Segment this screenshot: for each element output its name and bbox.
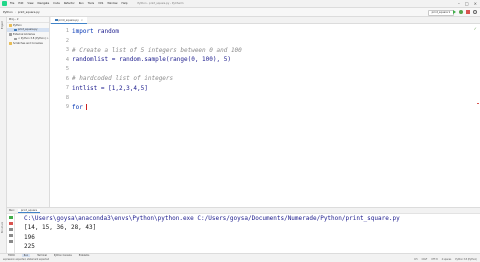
error-stripe-marker[interactable] xyxy=(477,103,479,104)
caret-position[interactable]: 9:5 xyxy=(414,258,418,261)
tree-item-label: print_square.py xyxy=(18,28,38,32)
interpreter-selector[interactable]: Python 3.8 (Python) xyxy=(455,258,477,261)
chevron-down-icon: ▾ xyxy=(447,11,450,14)
console-output-line: [14, 15, 36, 28, 43] xyxy=(24,224,97,231)
tree-item-scratches[interactable]: Scratches and Consoles xyxy=(7,41,49,46)
status-bar: expression expected, statement expected … xyxy=(0,257,480,262)
close-icon[interactable]: × xyxy=(81,19,83,22)
run-panel-header: Run: print_square xyxy=(7,208,480,214)
trash-icon[interactable] xyxy=(9,240,13,243)
inspection-status-icon[interactable]: ✓ xyxy=(474,26,477,31)
editor-tab-label: print_square.py xyxy=(58,18,79,22)
breadcrumb-separator: › xyxy=(14,10,16,14)
code-line-4: randomlist = random.sample(range(0, 100)… xyxy=(72,56,231,63)
tree-item-label: External Libraries xyxy=(13,32,35,36)
run-icon[interactable] xyxy=(453,10,456,14)
line-number: 7 xyxy=(65,85,69,91)
search-icon[interactable] xyxy=(473,10,477,14)
code-line-1: import random xyxy=(72,28,119,35)
pycharm-logo-icon xyxy=(2,1,7,6)
indent-setting[interactable]: 4 spaces xyxy=(442,258,452,261)
menu-navigate[interactable]: Navigate xyxy=(38,2,50,5)
line-number: 2 xyxy=(65,37,69,44)
run-config-label: print_square xyxy=(431,11,448,14)
breadcrumb-file[interactable]: print_square.py xyxy=(18,10,40,14)
stop-icon[interactable] xyxy=(466,10,470,14)
breadcrumb-project[interactable]: Python xyxy=(3,10,13,14)
python-file-icon xyxy=(14,28,17,31)
code-keyword: import xyxy=(72,27,94,35)
menu-edit[interactable]: Edit xyxy=(18,2,23,5)
project-panel: Proj... ▾ Python print_square.py Externa… xyxy=(7,17,50,207)
editor-tab-row: print_square.py × xyxy=(50,17,480,24)
project-tool-tab[interactable]: Project xyxy=(1,21,4,29)
window-title: Python - print_square.py - PyCharm xyxy=(137,2,184,5)
minimize-icon[interactable]: – xyxy=(458,1,460,6)
menu-code[interactable]: Code xyxy=(53,2,60,5)
status-message: expression expected, statement expected xyxy=(3,258,50,261)
code-editor[interactable]: print_square.py × 1 2 3 4 5 6 7 8 9 impo… xyxy=(50,17,480,207)
line-number: 1 xyxy=(65,28,69,34)
console-output-line: 196 xyxy=(24,233,35,241)
status-info: 9:5 CRLF UTF-8 4 spaces Python 3.8 (Pyth… xyxy=(414,258,477,261)
scroll-to-end-icon[interactable] xyxy=(9,228,13,231)
chevron-down-icon[interactable]: ▾ xyxy=(16,18,18,21)
close-icon[interactable]: × xyxy=(474,1,477,6)
menu-tools[interactable]: Tools xyxy=(88,2,94,5)
run-panel-title: Run: xyxy=(9,209,15,212)
line-number: 5 xyxy=(65,66,69,72)
code-line-3: # Create a list of 5 integers between 0 … xyxy=(72,46,242,54)
tree-item-label: < Python 3.8 (Python) > xyxy=(18,37,49,41)
line-number: 8 xyxy=(65,94,69,101)
line-separator[interactable]: CRLF xyxy=(422,258,428,261)
menu-view[interactable]: View xyxy=(27,2,33,5)
menu-refactor[interactable]: Refactor xyxy=(64,2,75,5)
code-line-6: # hardcoded list of integers xyxy=(72,75,174,82)
maximize-icon[interactable]: □ xyxy=(465,1,469,6)
folder-icon xyxy=(9,42,12,45)
folder-icon xyxy=(9,24,12,27)
line-number: 3 xyxy=(65,47,69,53)
line-number: 4 xyxy=(65,56,69,63)
code-keyword: for xyxy=(72,103,87,111)
run-toolbar xyxy=(453,10,477,14)
line-number: 9 xyxy=(65,104,69,110)
menu-bar: File Edit View Navigate Code Refactor Ru… xyxy=(0,0,480,8)
rerun-icon[interactable] xyxy=(9,216,13,219)
libraries-icon xyxy=(9,33,12,36)
code-line-7: intlist = [1,2,3,4,5] xyxy=(72,84,148,92)
editor-tab-print-square[interactable]: print_square.py × xyxy=(51,17,87,24)
navigation-bar: Python › print_square.py print_square ▾ xyxy=(0,8,480,17)
menu-run[interactable]: Run xyxy=(79,2,84,5)
debug-icon[interactable] xyxy=(459,10,463,14)
python-file-icon xyxy=(55,18,58,22)
run-panel: Run: print_square C:\Users\goysa\anacond… xyxy=(7,207,480,254)
line-number: 6 xyxy=(65,75,69,82)
project-panel-title[interactable]: Proj... xyxy=(9,18,16,21)
tree-item-label: Scratches and Consoles xyxy=(13,41,43,45)
window-controls: – □ × xyxy=(458,1,477,6)
tree-item-label: Python xyxy=(13,23,22,27)
libraries-icon xyxy=(14,37,17,40)
console-output-line: 225 xyxy=(24,243,35,250)
console-command-line: C:\Users\goysa\anaconda3\envs\Python\pyt… xyxy=(24,214,400,222)
left-tool-strip: Project Structure xyxy=(0,17,7,254)
menu-window[interactable]: Window xyxy=(107,2,117,5)
menu-file[interactable]: File xyxy=(10,2,14,5)
print-icon[interactable] xyxy=(9,234,13,237)
line-number-gutter: 1 2 3 4 5 6 7 8 9 xyxy=(50,24,70,207)
stop-icon[interactable] xyxy=(9,222,13,225)
structure-tool-tab[interactable]: Structure xyxy=(1,222,4,233)
menu-vcs[interactable]: VCS xyxy=(98,2,103,5)
file-encoding[interactable]: UTF-8 xyxy=(431,258,437,261)
menu-help[interactable]: Help xyxy=(122,2,128,5)
text-cursor xyxy=(86,104,88,110)
code-line-9: for xyxy=(72,103,88,111)
run-panel-toolbar xyxy=(7,214,15,254)
code-text: random xyxy=(93,27,119,35)
run-tab-print-square[interactable]: print_square xyxy=(17,208,41,213)
run-config-selector[interactable]: print_square ▾ xyxy=(427,9,454,16)
